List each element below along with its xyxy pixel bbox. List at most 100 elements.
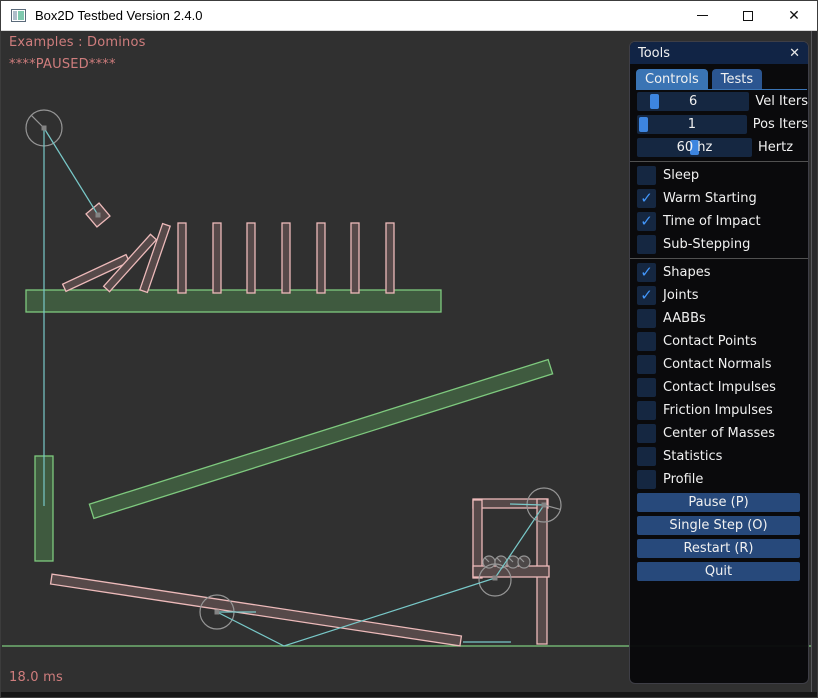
check-label-sub-stepping: Sub-Stepping xyxy=(663,237,750,252)
window-controls: ✕ xyxy=(679,1,817,30)
anchor-frame-top xyxy=(542,503,547,508)
slider-value: 60 hz xyxy=(637,138,752,157)
check-row-center-of-masses: Center of Masses xyxy=(637,424,808,443)
window-bottom-border xyxy=(1,692,817,697)
slider-pos-iters[interactable]: 1 xyxy=(637,115,747,134)
check-row-joints: ✓ Joints xyxy=(637,286,808,305)
slider-value: 1 xyxy=(637,115,747,134)
check-label-statistics: Statistics xyxy=(663,449,722,464)
tab-bar: ControlsTests xyxy=(636,69,807,90)
check-label-contact-points: Contact Points xyxy=(663,334,757,349)
paused-label: ****PAUSED**** xyxy=(9,57,116,72)
checkbox-shapes[interactable]: ✓ xyxy=(637,263,656,282)
check-label-center-of-masses: Center of Masses xyxy=(663,426,775,441)
restart-r-button[interactable]: Restart (R) xyxy=(637,539,800,558)
maximize-button[interactable] xyxy=(725,1,771,30)
window-titlebar: Box2D Testbed Version 2.4.0 ✕ xyxy=(1,1,817,31)
domino-2[interactable] xyxy=(213,223,221,293)
window-right-border xyxy=(811,31,817,697)
checkbox-aabbs[interactable] xyxy=(637,309,656,328)
checkmark-icon: ✓ xyxy=(640,265,653,280)
check-label-joints: Joints xyxy=(663,288,699,303)
checkbox-statistics[interactable] xyxy=(637,447,656,466)
checkbox-center-of-masses[interactable] xyxy=(637,424,656,443)
check-label-aabbs: AABBs xyxy=(663,311,706,326)
checkbox-contact-impulses[interactable] xyxy=(637,378,656,397)
action-buttons-group: Pause (P) Single Step (O) Restart (R) Quit xyxy=(630,493,808,581)
minimize-button[interactable] xyxy=(679,1,725,30)
tools-panel-title: Tools xyxy=(638,46,670,61)
slider-label: Pos Iters xyxy=(753,117,808,132)
checkbox-profile[interactable] xyxy=(637,470,656,489)
check-label-sleep: Sleep xyxy=(663,168,699,183)
example-label: Examples : Dominos xyxy=(9,35,146,50)
checkbox-joints[interactable]: ✓ xyxy=(637,286,656,305)
check-row-contact-impulses: Contact Impulses xyxy=(637,378,808,397)
tab-controls[interactable]: Controls xyxy=(636,69,708,89)
check-row-time-of-impact: ✓Time of Impact xyxy=(637,212,808,231)
slider-hertz[interactable]: 60 hz xyxy=(637,138,752,157)
anchor-pendulum-box xyxy=(96,213,101,218)
slider-row-pos-iters: 1 Pos Iters xyxy=(637,115,808,134)
check-label-warm-starting: Warm Starting xyxy=(663,191,757,206)
draw-flags-group: ✓Shapes✓JointsAABBsContact PointsContact… xyxy=(630,263,808,489)
check-row-contact-normals: Contact Normals xyxy=(637,355,808,374)
check-row-warm-starting: ✓ Warm Starting xyxy=(637,189,808,208)
anchor-seesaw xyxy=(215,610,220,615)
minimize-icon xyxy=(697,15,708,16)
maximize-icon xyxy=(743,11,753,21)
platform xyxy=(26,290,441,312)
panel-close-icon[interactable]: ✕ xyxy=(789,47,800,60)
slider-group: 6 Vel Iters 1 Pos Iters60 hz Hertz xyxy=(630,92,808,157)
window-title: Box2D Testbed Version 2.4.0 xyxy=(35,8,202,23)
slider-label: Hertz xyxy=(758,140,793,155)
slider-value: 6 xyxy=(637,92,749,111)
joint-pendulum-box xyxy=(44,128,98,215)
check-row-contact-points: Contact Points xyxy=(637,332,808,351)
checkbox-sub-stepping[interactable] xyxy=(637,235,656,254)
close-button[interactable]: ✕ xyxy=(771,1,817,30)
slider-row-vel-iters: 6 Vel Iters xyxy=(637,92,808,111)
check-row-aabbs: AABBs xyxy=(637,309,808,328)
slider-vel-iters[interactable]: 6 xyxy=(637,92,749,111)
check-row-friction-impulses: Friction Impulses xyxy=(637,401,808,420)
check-row-shapes: ✓Shapes xyxy=(637,263,808,282)
domino-1[interactable] xyxy=(178,223,186,293)
checkbox-friction-impulses[interactable] xyxy=(637,401,656,420)
checkbox-sleep[interactable] xyxy=(637,166,656,185)
check-row-profile: Profile xyxy=(637,470,808,489)
checkbox-warm-starting[interactable]: ✓ xyxy=(637,189,656,208)
seesaw-plank[interactable] xyxy=(51,574,462,646)
checkmark-icon: ✓ xyxy=(640,214,653,229)
check-label-contact-impulses: Contact Impulses xyxy=(663,380,776,395)
domino-5[interactable] xyxy=(317,223,325,293)
checkmark-icon: ✓ xyxy=(640,288,653,303)
check-row-statistics: Statistics xyxy=(637,447,808,466)
check-row-sleep: Sleep xyxy=(637,166,808,185)
domino-4[interactable] xyxy=(282,223,290,293)
anchor-shelf xyxy=(493,576,498,581)
tools-panel-titlebar[interactable]: Tools ✕ xyxy=(630,42,808,64)
domino-6[interactable] xyxy=(351,223,359,293)
check-label-friction-impulses: Friction Impulses xyxy=(663,403,773,418)
domino-3[interactable] xyxy=(247,223,255,293)
checkmark-icon: ✓ xyxy=(640,191,653,206)
slider-label: Vel Iters xyxy=(755,94,808,109)
checkbox-contact-normals[interactable] xyxy=(637,355,656,374)
quit-button[interactable]: Quit xyxy=(637,562,800,581)
check-row-sub-stepping: Sub-Stepping xyxy=(637,235,808,254)
solver-flags-group: Sleep ✓ Warm Starting ✓Time of Impact Sub-St… xyxy=(630,166,808,254)
app-window: Examples : Dominos ****PAUSED**** 18.0 m… xyxy=(0,0,818,698)
tab-tests[interactable]: Tests xyxy=(712,69,762,89)
domino-7[interactable] xyxy=(386,223,394,293)
pause-p-button[interactable]: Pause (P) xyxy=(637,493,800,512)
separator xyxy=(630,258,808,259)
ramp-plank xyxy=(89,360,552,519)
domino-fallen-3[interactable] xyxy=(140,224,170,293)
slider-row-hertz: 60 hz Hertz xyxy=(637,138,808,157)
check-label-profile: Profile xyxy=(663,472,703,487)
checkbox-time-of-impact[interactable]: ✓ xyxy=(637,212,656,231)
app-icon xyxy=(11,9,26,22)
single-step-o-button[interactable]: Single Step (O) xyxy=(637,516,800,535)
checkbox-contact-points[interactable] xyxy=(637,332,656,351)
